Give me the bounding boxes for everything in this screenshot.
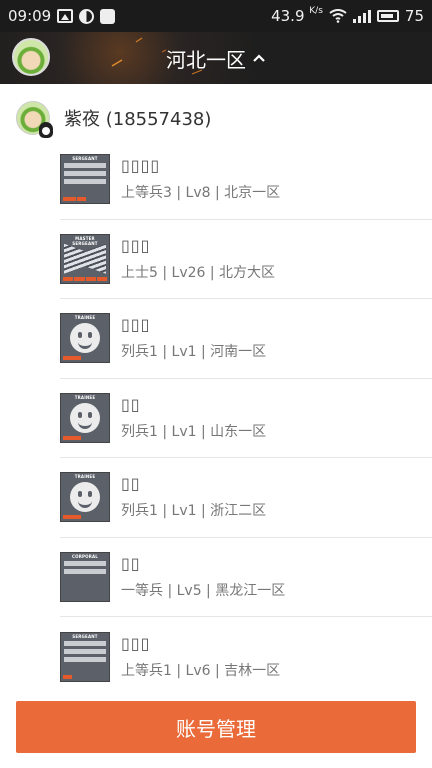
smile-icon (70, 323, 100, 354)
role-name: ▯▯▯ (121, 315, 151, 335)
user-avatar-icon[interactable] (12, 38, 50, 76)
role-desc: 列兵1 | Lv1 | 河南一区 (121, 344, 267, 361)
role-item[interactable]: TRAINEE ▯▯▯ 列兵1 | Lv1 | 河南一区 (60, 299, 432, 379)
battery-icon (376, 10, 399, 22)
role-desc: 上等兵3 | Lv8 | 北京一区 (121, 185, 281, 202)
account-manage-button[interactable]: 账号管理 (16, 701, 416, 753)
chevron-up-icon (253, 54, 265, 62)
signal-icon (352, 9, 371, 23)
rank-badge-label: SERGEANT (72, 156, 98, 162)
role-item[interactable]: TRAINEE ▯▯ 列兵1 | Lv1 | 山东一区 (60, 379, 432, 458)
rank-badge-label: MASTER SERGEANT (72, 235, 98, 246)
smile-icon (70, 402, 100, 433)
role-item[interactable]: CORPORAL ▯▯ 一等兵 | Lv5 | 黑龙江一区 (60, 538, 432, 617)
rank-badge-icon: TRAINEE (60, 313, 110, 364)
half-circle-icon (79, 8, 95, 24)
role-desc: 上士5 | Lv26 | 北方大区 (121, 264, 276, 281)
net-speed: 43.9 K/s (271, 6, 323, 26)
role-item[interactable]: TRAINEE ▯▯ 列兵1 | Lv1 | 浙江二区 (60, 458, 432, 538)
battery-level: 75 (404, 7, 424, 25)
role-name: ▯▯▯▯ (121, 156, 161, 176)
rank-badge-label: TRAINEE (74, 394, 96, 400)
rank-badge-icon: MASTER SERGEANT (60, 233, 110, 284)
rank-badge-label: CORPORAL (71, 553, 99, 559)
status-bar: 09:09 43.9 K/s 75 (0, 0, 432, 32)
role-desc: 上等兵1 | Lv6 | 吉林一区 (121, 662, 281, 679)
image-icon (57, 9, 74, 23)
rank-badge-label: SERGEANT (72, 633, 98, 639)
rank-badge-icon: CORPORAL (60, 551, 110, 602)
role-item[interactable]: MASTER SERGEANT ▯▯▯ 上士5 | Lv26 | 北方大区 (60, 220, 432, 299)
smile-icon (70, 482, 100, 513)
role-name: ▯▯▯ (121, 235, 151, 255)
account-name: 紫夜 (18557438) (64, 109, 212, 130)
role-name: ▯▯ (121, 553, 141, 573)
rank-badge-icon: TRAINEE (60, 392, 110, 443)
role-desc: 列兵1 | Lv1 | 浙江二区 (121, 503, 267, 520)
rank-badge-icon: TRAINEE (60, 472, 110, 523)
role-desc: 一等兵 | Lv5 | 黑龙江一区 (121, 582, 286, 599)
net-speed-unit: K/s (309, 6, 323, 16)
role-item[interactable]: SERGEANT ▯▯▯▯ 上等兵3 | Lv8 | 北京一区 (60, 140, 432, 220)
role-name: ▯▯ (121, 394, 141, 414)
role-list: SERGEANT ▯▯▯▯ 上等兵3 | Lv8 | 北京一区 MASTER S… (0, 140, 432, 697)
role-item[interactable]: SERGEANT ▯▯▯ 上等兵1 | Lv6 | 吉林一区 (60, 617, 432, 697)
clock: 09:09 (8, 7, 52, 25)
net-speed-value: 43.9 (271, 7, 305, 25)
qq-avatar-icon (16, 101, 53, 138)
role-name: ▯▯ (121, 474, 141, 494)
rank-badge-label: TRAINEE (74, 474, 96, 480)
account-row[interactable]: 紫夜 (18557438) (0, 96, 432, 140)
wifi-icon (329, 9, 347, 23)
qq-penguin-icon (39, 122, 53, 138)
header-bar: 河北一区 (0, 32, 432, 84)
chat-icon (100, 8, 116, 24)
role-desc: 列兵1 | Lv1 | 山东一区 (121, 423, 267, 440)
role-name: ▯▯▯ (121, 633, 151, 653)
rank-badge-icon: SERGEANT (60, 631, 110, 682)
rank-badge-icon: SERGEANT (60, 154, 110, 205)
rank-badge-label: TRAINEE (74, 315, 96, 321)
spark-decoration (111, 37, 203, 75)
